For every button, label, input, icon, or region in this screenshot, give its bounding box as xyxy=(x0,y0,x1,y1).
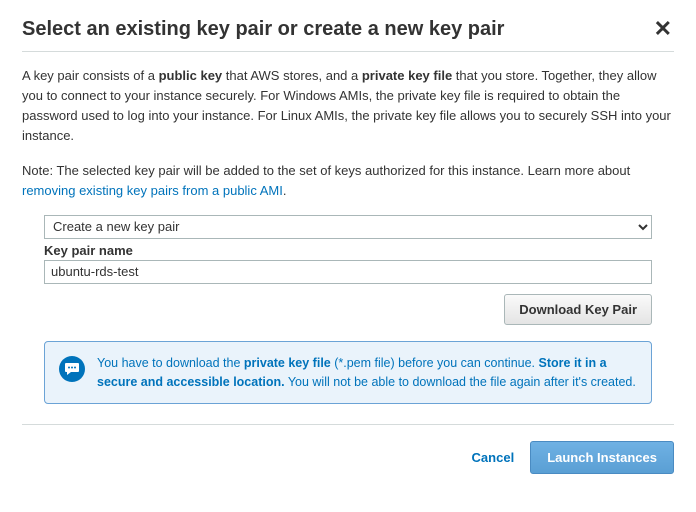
info-fragment: (*.pem file) before you can continue. xyxy=(331,356,539,370)
desc-private-key-file: private key file xyxy=(362,68,452,83)
download-row: Download Key Pair xyxy=(44,294,652,325)
note-text: Note: The selected key pair will be adde… xyxy=(22,161,674,201)
keypair-name-label: Key pair name xyxy=(44,243,652,258)
keypair-action-select[interactable]: Create a new key pair xyxy=(44,215,652,239)
dialog-header: Select an existing key pair or create a … xyxy=(22,18,674,52)
info-text: You have to download the private key fil… xyxy=(97,354,637,392)
note-fragment: . xyxy=(283,183,287,198)
description-text: A key pair consists of a public key that… xyxy=(22,66,674,147)
remove-keypairs-link[interactable]: removing existing key pairs from a publi… xyxy=(22,183,283,198)
info-fragment: You will not be able to download the fil… xyxy=(285,375,636,389)
info-fragment: You have to download the xyxy=(97,356,244,370)
note-fragment: Note: The selected key pair will be adde… xyxy=(22,163,630,178)
form-area: Create a new key pair Key pair name Down… xyxy=(22,215,674,405)
desc-fragment: A key pair consists of a xyxy=(22,68,159,83)
key-pair-dialog: Select an existing key pair or create a … xyxy=(0,0,696,490)
desc-public-key: public key xyxy=(159,68,223,83)
download-keypair-button[interactable]: Download Key Pair xyxy=(504,294,652,325)
keypair-name-input[interactable] xyxy=(44,260,652,284)
desc-fragment: that AWS stores, and a xyxy=(222,68,362,83)
info-private-key-file: private key file xyxy=(244,356,331,370)
chat-bubble-icon xyxy=(59,356,85,382)
cancel-button[interactable]: Cancel xyxy=(472,450,515,465)
dialog-footer: Cancel Launch Instances xyxy=(22,424,674,474)
info-notice: You have to download the private key fil… xyxy=(44,341,652,405)
close-icon[interactable]: ✕ xyxy=(652,18,674,40)
launch-instances-button[interactable]: Launch Instances xyxy=(530,441,674,474)
dialog-title: Select an existing key pair or create a … xyxy=(22,18,504,41)
